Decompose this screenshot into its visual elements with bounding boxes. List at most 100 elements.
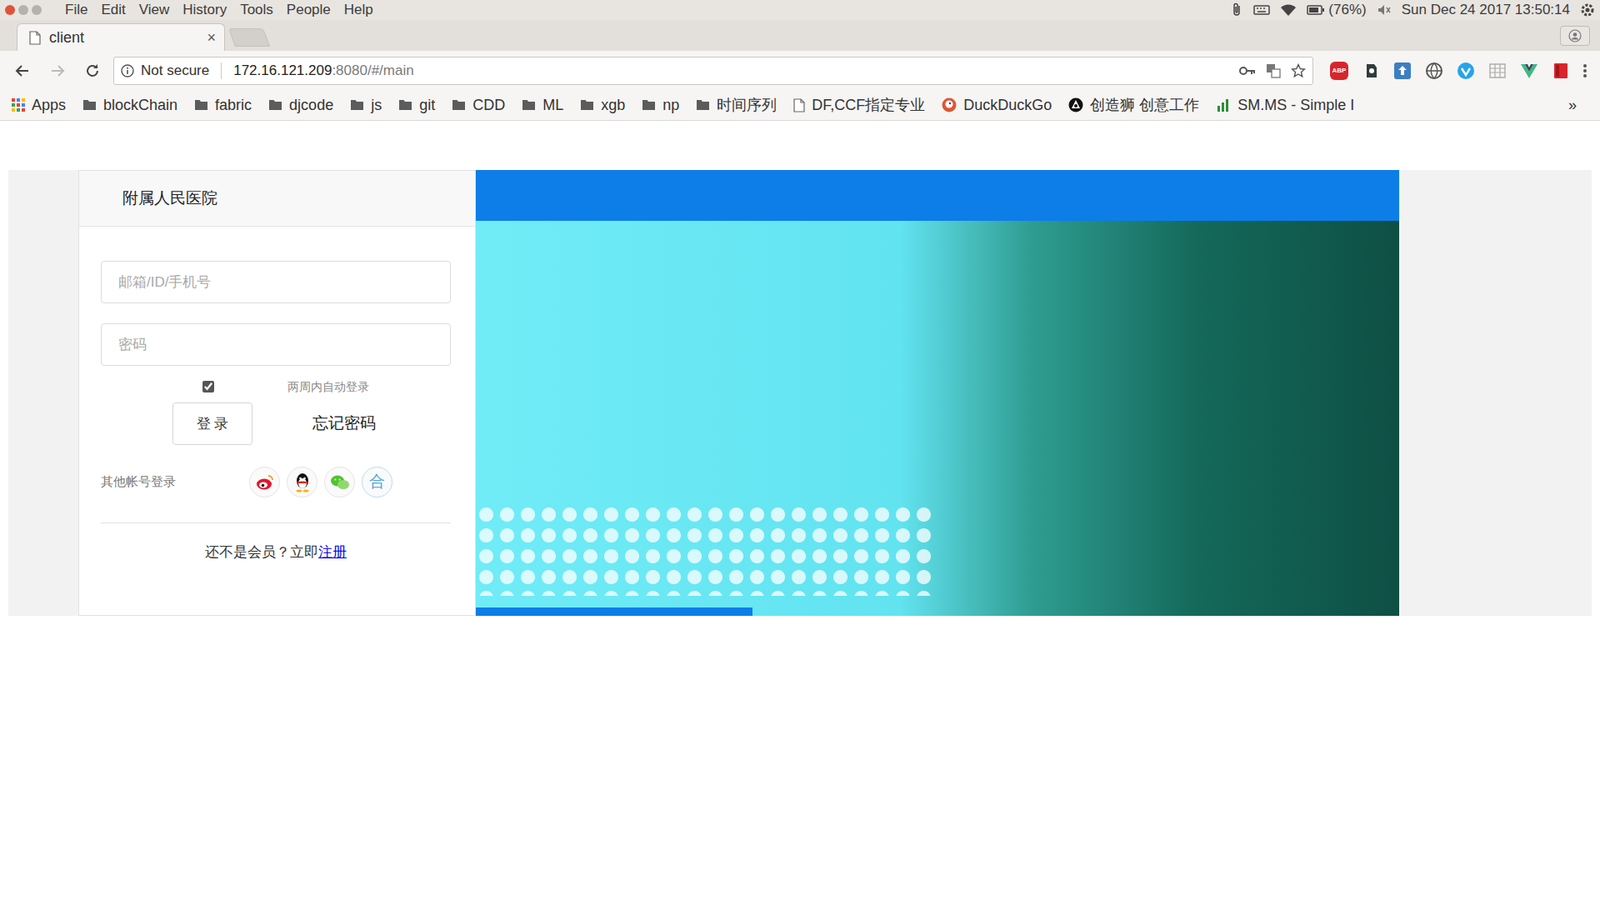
bookmark-label: 时间序列 xyxy=(716,94,777,117)
bookmark-item[interactable]: np xyxy=(641,94,680,117)
clock[interactable]: Sun Dec 24 2017 13:50:14 xyxy=(1401,0,1570,21)
browser-toolbar: Not secure 172.16.121.209:8080/#/main ABP xyxy=(0,50,1600,90)
url-path[interactable]: :8080/#/main xyxy=(331,60,414,82)
lion-icon xyxy=(1068,97,1084,113)
apps-icon xyxy=(11,98,25,112)
extensions: ABP xyxy=(1320,61,1570,80)
bookmark-item[interactable]: ML xyxy=(521,94,564,117)
globe-extension-icon[interactable] xyxy=(1425,61,1444,80)
bookmark-item[interactable]: fabric xyxy=(194,94,252,117)
vchat-extension-icon[interactable] xyxy=(1456,61,1475,80)
bookmark-item[interactable]: xgb xyxy=(580,94,625,117)
menu-item[interactable]: View xyxy=(132,0,177,20)
other-login-label: 其他帐号登录 xyxy=(100,472,250,492)
login-button[interactable]: 登 录 xyxy=(172,402,253,445)
folder-icon xyxy=(580,99,595,111)
minimize-window-icon[interactable] xyxy=(18,5,29,15)
bookmark-label: 创造狮 创意工作 xyxy=(1090,94,1200,117)
weibo-icon xyxy=(255,473,275,492)
banner-photo xyxy=(475,220,1400,616)
forgot-password-link[interactable]: 忘记密码 xyxy=(312,411,376,436)
bookmark-label: git xyxy=(419,94,435,117)
bookmark-item[interactable]: CDD xyxy=(451,94,505,117)
address-bar[interactable]: Not secure 172.16.121.209:8080/#/main xyxy=(113,56,1314,85)
forward-arrow-icon[interactable] xyxy=(43,56,72,85)
bookmark-item[interactable]: DF,CCF指定专业 xyxy=(793,94,925,117)
new-tab-button[interactable] xyxy=(228,28,270,47)
page-content: 附属人民医院两周内自动登录登 录忘记密码其他帐号登录合还不是会员？立即注册 xyxy=(0,120,1600,616)
close-window-icon[interactable] xyxy=(5,5,15,15)
address-divider xyxy=(220,62,222,80)
weibo-login-button[interactable] xyxy=(249,466,280,498)
bookmark-label: DuckDuckGo xyxy=(963,94,1052,117)
bookmark-item[interactable]: DuckDuckGo xyxy=(941,94,1052,117)
bookmark-item[interactable]: djcode xyxy=(268,94,334,117)
menu-item[interactable]: Edit xyxy=(94,0,132,20)
upload-extension-icon[interactable] xyxy=(1393,61,1412,80)
translate-icon[interactable] xyxy=(1265,63,1281,79)
security-label[interactable]: Not secure xyxy=(140,60,210,82)
profile-button[interactable] xyxy=(1560,25,1590,46)
bookmark-item[interactable]: blockChain xyxy=(82,94,178,117)
more-bookmarks-button[interactable]: » xyxy=(1568,94,1592,117)
profile-icon xyxy=(1568,29,1582,43)
speaker-muted-icon[interactable] xyxy=(1376,3,1392,17)
tab-close-button[interactable]: × xyxy=(206,30,216,45)
menu-item[interactable]: Help xyxy=(337,0,380,20)
adblock-extension[interactable]: ABP xyxy=(1330,61,1349,80)
paperclip-icon[interactable] xyxy=(1230,2,1244,18)
password-input[interactable] xyxy=(100,323,451,366)
remember-label[interactable]: 两周内自动登录 xyxy=(287,378,370,396)
bookmark-item[interactable]: git xyxy=(398,94,435,117)
star-icon[interactable] xyxy=(1290,63,1306,79)
register-link[interactable]: 注册 xyxy=(318,544,347,560)
address-tools xyxy=(1239,63,1306,79)
menu-item[interactable]: People xyxy=(280,0,338,20)
register-text: 还不是会员？立即 xyxy=(205,544,319,560)
bookmark-label: DF,CCF指定专业 xyxy=(811,94,925,117)
social-logins: 合 xyxy=(249,466,393,498)
remember-checkbox[interactable] xyxy=(202,380,215,393)
folder-icon xyxy=(641,99,656,111)
bookmark-label: ML xyxy=(542,94,564,117)
banner-header-strip xyxy=(475,170,1400,221)
wifi-icon[interactable] xyxy=(1280,3,1297,17)
menu-dots-icon[interactable] xyxy=(1576,62,1594,80)
browser-tab[interactable]: client× xyxy=(16,23,225,51)
info-icon[interactable] xyxy=(120,64,135,78)
account-input[interactable] xyxy=(100,260,451,304)
system-tray: (76%) Sun Dec 24 2017 13:50:14 xyxy=(1230,0,1595,21)
evernote-extension-icon[interactable] xyxy=(1361,61,1380,80)
keyboard-icon[interactable] xyxy=(1253,4,1270,16)
menu-item[interactable]: Tools xyxy=(233,0,280,20)
key-icon[interactable] xyxy=(1239,65,1256,76)
bookmark-item[interactable]: 创造狮 创意工作 xyxy=(1068,94,1200,117)
qq-icon xyxy=(293,471,312,494)
provider-button[interactable]: 合 xyxy=(361,466,393,498)
gear-icon[interactable] xyxy=(1580,2,1595,18)
battery-indicator[interactable]: (76%) xyxy=(1306,0,1366,21)
bookmarks-bar: Apps blockChain fabric djcode js git CDD ML xgbn… xyxy=(0,90,1600,121)
grid-extension-icon[interactable] xyxy=(1488,61,1507,80)
maximize-window-icon[interactable] xyxy=(31,5,42,15)
bookmark-label: Apps xyxy=(31,94,66,117)
bookmark-item[interactable]: js xyxy=(350,94,382,117)
reload-icon[interactable] xyxy=(78,56,107,85)
system-menubar: FileEditViewHistoryToolsPeopleHelp (76%) S… xyxy=(0,0,1600,20)
url-host[interactable]: 172.16.121.209 xyxy=(233,60,332,82)
bookmark-item[interactable]: SM.MS - Simple I xyxy=(1215,94,1355,117)
wechat-login-button[interactable] xyxy=(324,466,355,498)
red-extension-icon[interactable] xyxy=(1551,61,1570,80)
action-row: 登 录 忘记密码 xyxy=(100,402,451,445)
bookmark-label: blockChain xyxy=(103,94,178,117)
bookmark-label: SM.MS - Simple I xyxy=(1237,94,1355,117)
menu-item[interactable]: File xyxy=(58,0,95,20)
page-icon xyxy=(793,98,805,113)
qq-login-button[interactable] xyxy=(286,466,318,498)
menu-item[interactable]: History xyxy=(175,0,234,20)
vue-extension-icon[interactable] xyxy=(1520,61,1539,80)
bookmark-item[interactable]: Apps xyxy=(11,94,66,117)
login-band: 附属人民医院两周内自动登录登 录忘记密码其他帐号登录合还不是会员？立即注册 xyxy=(8,170,1592,616)
bookmark-item[interactable]: 时间序列 xyxy=(695,94,777,117)
back-arrow-icon[interactable] xyxy=(8,56,37,85)
